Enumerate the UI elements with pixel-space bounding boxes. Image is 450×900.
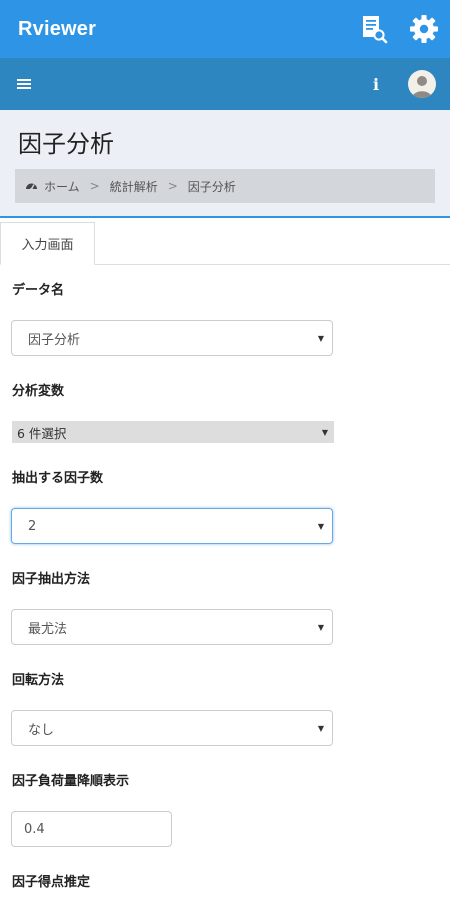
rotation-select[interactable]: なし ▼ xyxy=(11,710,333,746)
nav-bar: i xyxy=(0,58,450,110)
variables-value: 6 件選択 xyxy=(17,425,67,441)
app-title: Rviewer xyxy=(18,17,97,40)
report-search-icon[interactable] xyxy=(358,13,390,45)
variables-multiselect[interactable]: 6 件選択 ▼ xyxy=(12,421,334,443)
loading-sort-label: 因子負荷量降順表示 xyxy=(12,774,130,789)
data-name-label: データ名 xyxy=(12,283,65,298)
rotation-label: 回転方法 xyxy=(12,673,65,688)
num-factors-value: 2 xyxy=(28,518,37,534)
dashboard-icon xyxy=(25,179,38,193)
breadcrumb-current: 因子分析 xyxy=(187,179,236,194)
num-factors-label: 抽出する因子数 xyxy=(12,471,104,486)
page-title: 因子分析 xyxy=(18,130,114,158)
info-icon[interactable]: i xyxy=(370,75,382,94)
caret-down-icon: ▼ xyxy=(317,622,324,632)
page-header: 因子分析 ホーム > 統計解析 > 因子分析 xyxy=(0,110,450,216)
hamburger-menu-icon[interactable] xyxy=(16,68,32,100)
breadcrumb-section[interactable]: 統計解析 xyxy=(110,178,158,195)
caret-down-icon: ▼ xyxy=(321,427,328,437)
loading-threshold-input[interactable]: 0.4 xyxy=(11,811,172,847)
extraction-method-label: 因子抽出方法 xyxy=(12,572,91,587)
caret-down-icon: ▼ xyxy=(317,521,324,531)
rotation-value: なし xyxy=(28,722,55,738)
extraction-method-select[interactable]: 最尤法 ▼ xyxy=(11,609,333,645)
breadcrumb-home[interactable]: ホーム xyxy=(44,178,80,195)
breadcrumb: ホーム > 統計解析 > 因子分析 xyxy=(15,169,435,203)
user-avatar-icon[interactable] xyxy=(408,70,436,98)
loading-threshold-value: 0.4 xyxy=(24,821,45,837)
app-top-bar: Rviewer xyxy=(0,0,450,58)
caret-down-icon: ▼ xyxy=(317,723,324,733)
tab-bar: 入力画面 xyxy=(0,218,450,265)
extraction-method-value: 最尤法 xyxy=(28,621,68,637)
gear-icon[interactable] xyxy=(408,13,440,45)
data-name-select[interactable]: 因子分析 ▼ xyxy=(11,320,333,356)
data-name-value: 因子分析 xyxy=(28,332,81,348)
score-estimation-label: 因子得点推定 xyxy=(12,875,91,890)
breadcrumb-separator: > xyxy=(167,179,178,193)
tab-input-screen[interactable]: 入力画面 xyxy=(0,222,95,265)
caret-down-icon: ▼ xyxy=(317,333,324,343)
breadcrumb-separator: > xyxy=(89,179,100,193)
variables-label: 分析変数 xyxy=(12,384,65,399)
num-factors-select[interactable]: 2 ▼ xyxy=(11,508,333,544)
